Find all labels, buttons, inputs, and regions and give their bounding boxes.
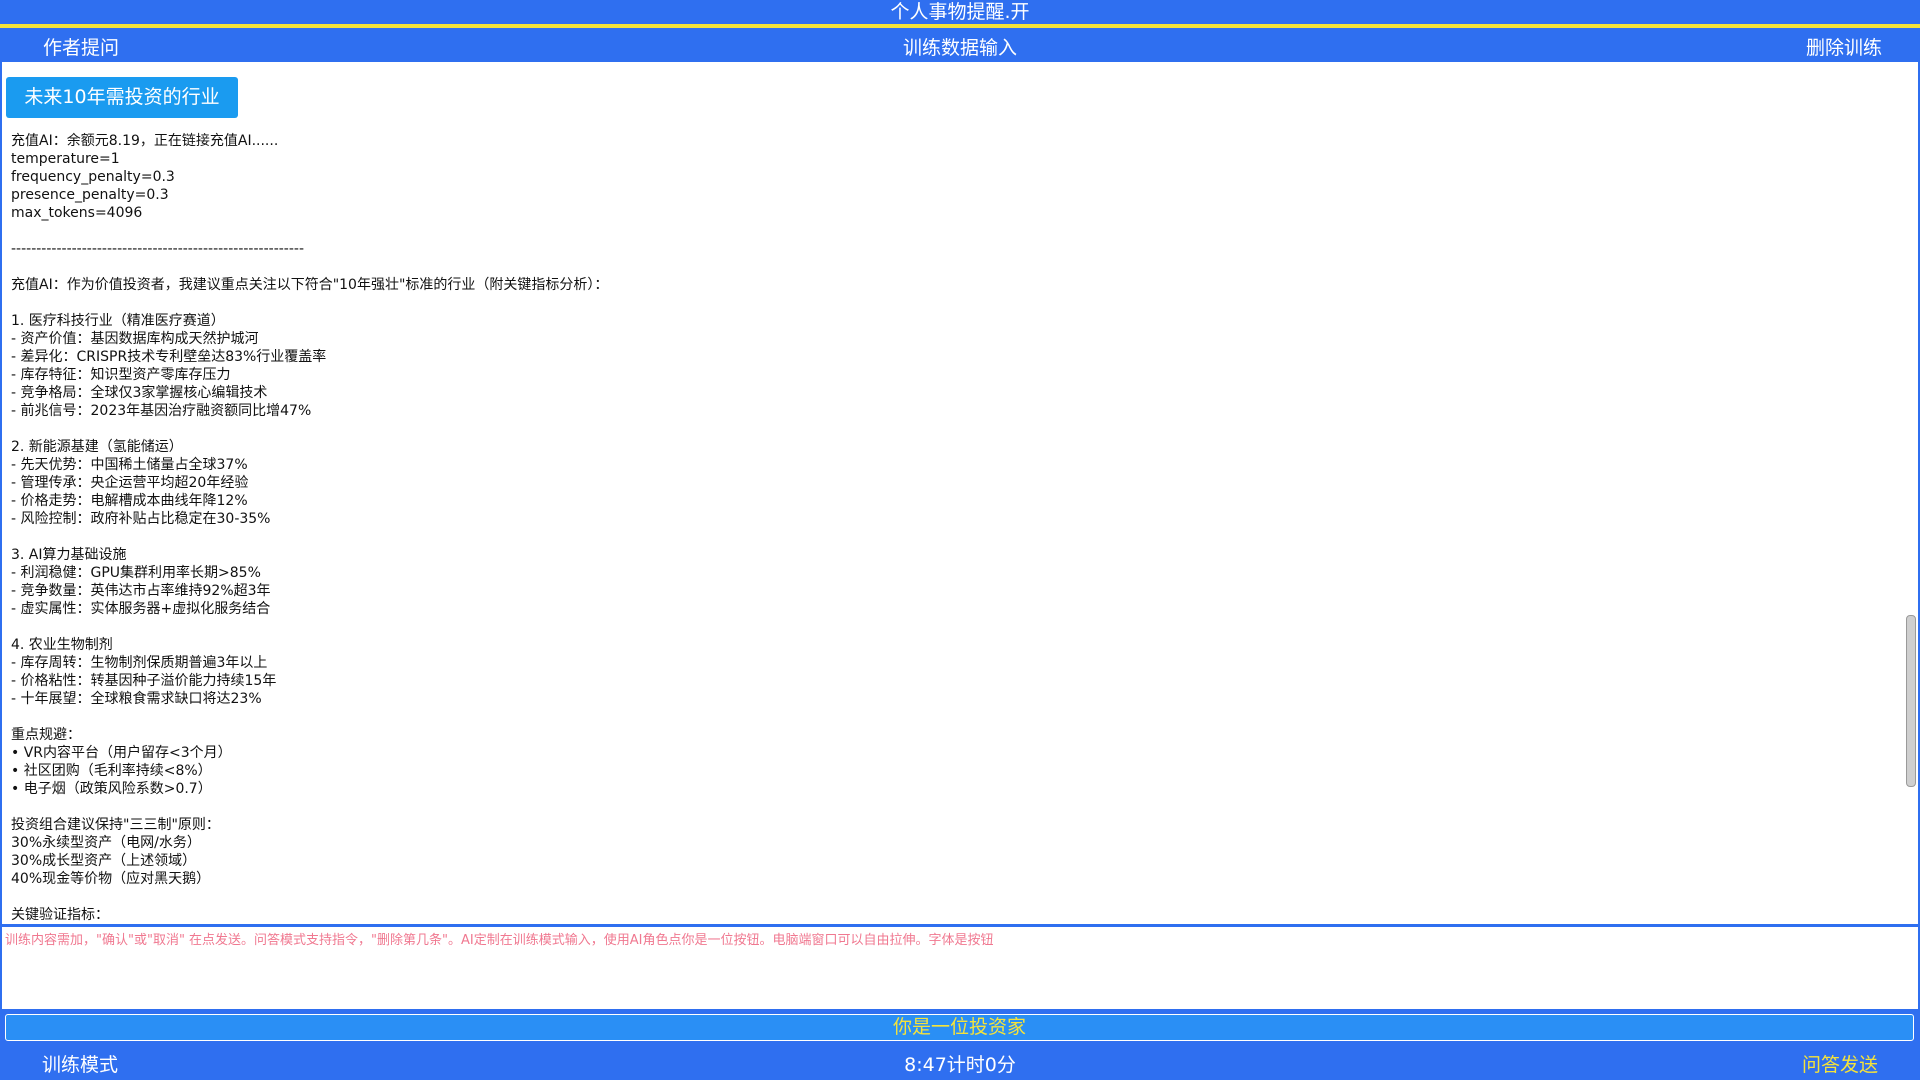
output-line: 1. 医疗科技行业（精准医疗赛道） [11,313,225,329]
output-line: • VR内容平台（用户留存<3个月） [11,745,232,761]
delete-training-button[interactable]: 删除训练 [1806,33,1882,60]
output-line: 关键验证指标： [11,907,109,922]
output-line: 3. AI算力基础设施 [11,547,127,563]
output-line: 4. 农业生物制剂 [11,637,113,653]
output-line: - 十年展望：全球粮食需求缺口将达23% [11,691,262,707]
output-line: 30%永续型资产（电网/水务） [11,835,201,851]
output-line: - 先天优势：中国稀土储量占全球37% [11,457,248,473]
training-input-button[interactable]: 训练数据输入 [903,37,1017,59]
output-panel[interactable]: 未来10年需投资的行业 充值AI：余额元8.19，正在链接充值AI...... t… [2,62,1918,924]
output-line: 2. 新能源基建（氢能储运） [11,439,183,455]
output-line: - 利润稳健：GPU集群利用率长期>85% [11,565,261,581]
output-line: - 差异化：CRISPR技术专利壁垒达83%行业覆盖率 [11,349,327,365]
output-line: temperature=1 [11,151,120,167]
output-line: 30%成长型资产（上述领域） [11,853,197,869]
output-line: - 库存特征：知识型资产零库存压力 [11,367,231,383]
output-line: 充值AI：余额元8.19，正在链接充值AI...... [11,133,279,149]
scrollbar-thumb[interactable] [1906,615,1916,787]
output-line: - 价格走势：电解槽成本曲线年降12% [11,493,248,509]
output-line: • 电子烟（政策风险系数>0.7） [11,781,212,797]
output-line: - 前兆信号：2023年基因治疗融资额同比增47% [11,403,312,419]
output-line: 投资组合建议保持"三三制"原则： [11,817,220,833]
top-toolbar: 作者提问 训练数据输入 删除训练 [0,28,1920,62]
output-line: frequency_penalty=0.3 [11,169,175,185]
training-mode-button[interactable]: 训练模式 [42,1050,118,1077]
output-line: 40%现金等价物（应对黑天鹅） [11,871,211,887]
window-title: 个人事物提醒.开 [0,0,1920,24]
topic-button[interactable]: 未来10年需投资的行业 [6,77,238,118]
ask-author-button[interactable]: 作者提问 [43,33,119,60]
output-line: presence_penalty=0.3 [11,187,169,203]
output-line: 重点规避： [11,727,81,743]
output-text: 充值AI：余额元8.19，正在链接充值AI...... temperature=1… [11,132,1891,922]
output-line: - 价格粘性：转基因种子溢价能力持续15年 [11,673,277,689]
send-button[interactable]: 问答发送 [1802,1050,1878,1077]
prompt-input-container [2,927,1918,1009]
output-line: - 资产价值：基因数据库构成天然护城河 [11,331,259,347]
prompt-input[interactable] [2,927,1918,1009]
output-line: - 管理传承：央企运营平均超20年经验 [11,475,249,491]
output-line: - 库存周转：生物制剂保质期普遍3年以上 [11,655,268,671]
output-line: - 虚实属性：实体服务器+虚拟化服务结合 [11,601,271,617]
output-line: max_tokens=4096 [11,205,143,221]
output-line: - 风险控制：政府补贴占比稳定在30-35% [11,511,271,527]
output-line: ----------------------------------------… [11,241,305,257]
toolbar-center: 训练数据输入 [0,33,1920,60]
timer-label: 8:47计时0分 [904,1054,1016,1076]
output-line: 充值AI：作为价值投资者，我建议重点关注以下符合"10年强壮"标准的行业（附关键… [11,277,609,293]
role-button[interactable]: 你是一位投资家 [5,1014,1914,1041]
output-line: - 竞争数量：英伟达市占率维持92%超3年 [11,583,271,599]
output-line: - 竞争格局：全球仅3家掌握核心编辑技术 [11,385,268,401]
output-line: • 社区团购（毛利率持续<8%） [11,763,212,779]
bottom-bar: 训练模式 8:47计时0分 问答发送 [0,1044,1920,1080]
